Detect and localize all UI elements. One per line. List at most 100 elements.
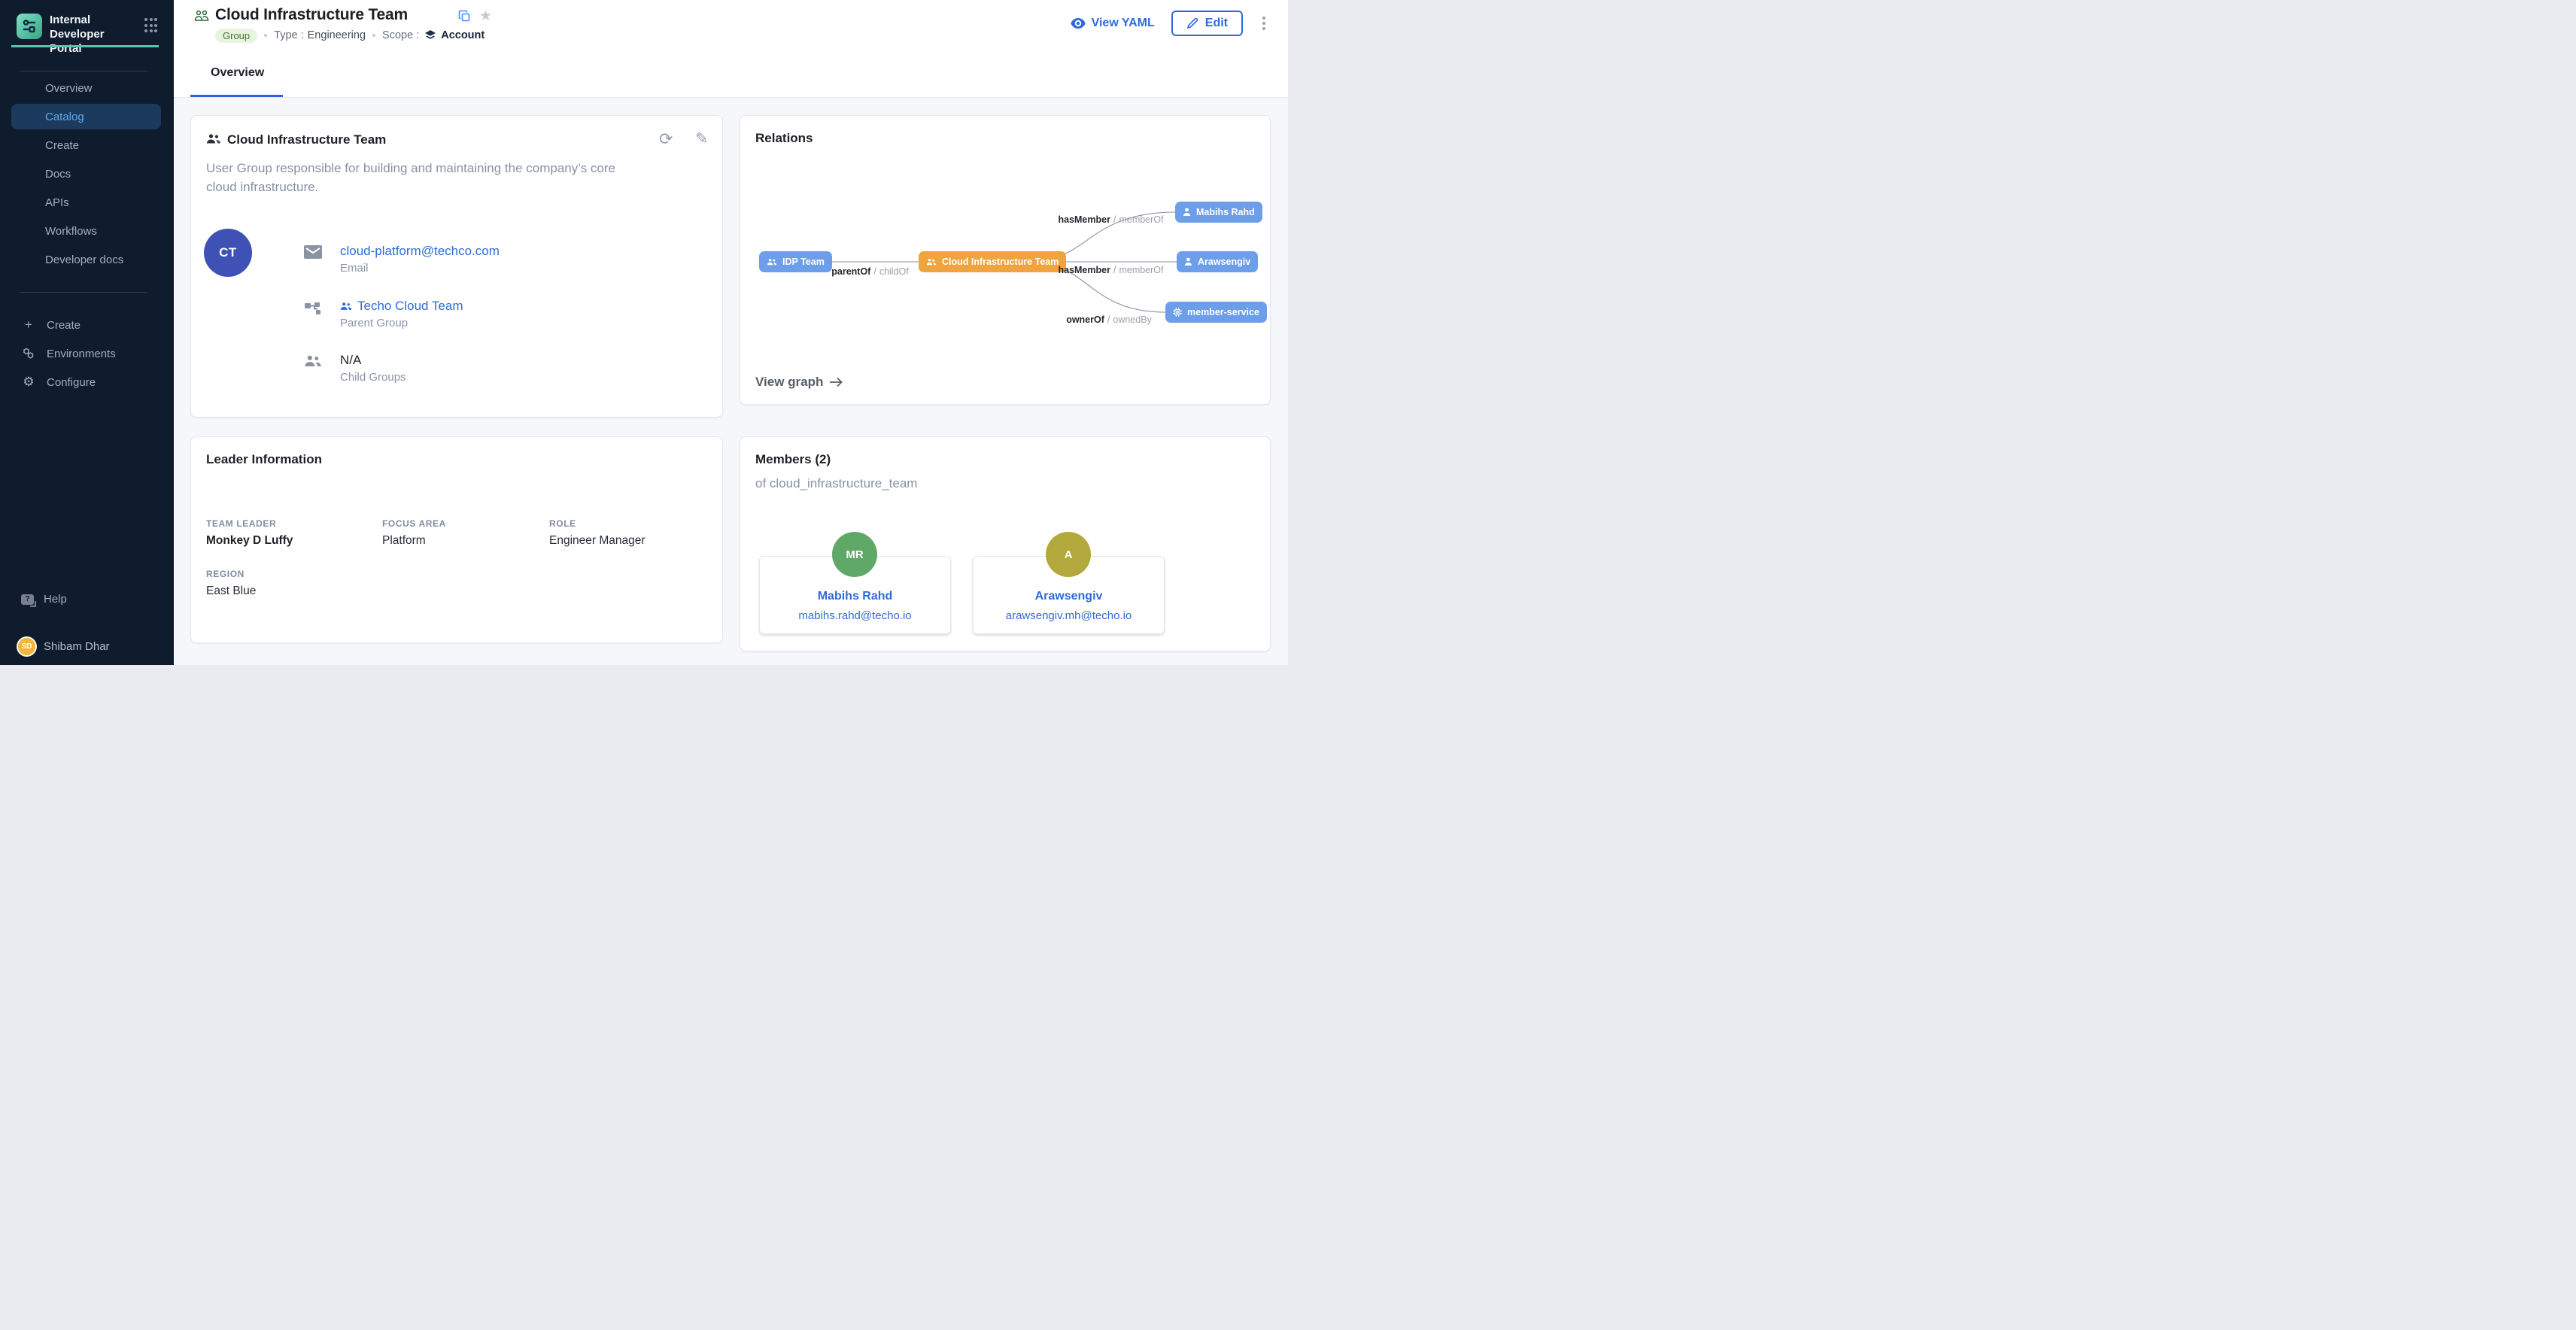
member-email-link[interactable]: arawsengiv.mh@techo.io	[974, 609, 1164, 622]
meta-separator-dot	[264, 34, 267, 37]
field-value-focus-area: Platform	[382, 534, 426, 548]
field-label-focus-area: FOCUS AREA	[382, 518, 446, 529]
header-actions: View YAML Edit	[1071, 11, 1268, 36]
help-icon: ?	[21, 594, 34, 605]
people-icon	[340, 302, 352, 311]
sidebar-item-apis[interactable]: APIs	[11, 190, 161, 215]
brand: Internal Developer Portal	[17, 14, 138, 56]
sidebar-action-environments[interactable]: Environments	[11, 339, 161, 368]
member-avatar: MR	[832, 532, 877, 577]
member-avatar: A	[1046, 532, 1091, 577]
sidebar-action-label: Environments	[47, 348, 116, 360]
sidebar-item-catalog[interactable]: Catalog	[11, 104, 161, 129]
sidebar-item-create[interactable]: Create	[11, 132, 161, 158]
refresh-icon[interactable]: ⟳	[659, 131, 673, 147]
edge-label-ownerof: ownerOf/ownedBy	[1060, 314, 1158, 325]
graph-node-member-service[interactable]: member-service	[1165, 302, 1267, 323]
members-card-subtitle: of cloud_infrastructure_team	[755, 476, 917, 491]
parent-group-row: Techo Cloud Team Parent Group	[304, 299, 463, 329]
graph-node-mabihs-rahd[interactable]: Mabihs Rahd	[1175, 202, 1262, 223]
tab-bar: Overview	[174, 51, 1288, 98]
sidebar-item-docs[interactable]: Docs	[11, 161, 161, 187]
app-grid-icon[interactable]	[144, 18, 159, 33]
people-icon	[206, 133, 221, 149]
leader-card-title: Leader Information	[206, 452, 322, 467]
kind-badge: Group	[215, 29, 257, 43]
sidebar-item-overview[interactable]: Overview	[11, 75, 161, 101]
sidebar-action-create[interactable]: + Create	[11, 311, 161, 339]
group-avatar: CT	[204, 229, 252, 277]
active-tab-underline	[190, 95, 283, 97]
gear-icon: ⚙	[21, 375, 36, 390]
edge-label-parentof: parentOf/childOf	[816, 266, 925, 277]
parent-group-label: Parent Group	[340, 317, 463, 329]
entity-meta: Group Type : Engineering Scope : Account	[215, 28, 485, 43]
email-row: cloud-platform@techco.com Email	[304, 244, 500, 275]
copy-icon[interactable]	[458, 10, 471, 26]
sidebar-action-label: Configure	[47, 376, 96, 389]
leader-info-card: Leader Information TEAM LEADER Monkey D …	[190, 436, 723, 643]
view-graph-label: View graph	[755, 375, 823, 390]
hexagons-icon	[21, 346, 36, 361]
sidebar-item-label: Overview	[45, 82, 93, 95]
help-button[interactable]: ? Help	[21, 593, 67, 606]
kebab-menu-icon[interactable]	[1259, 14, 1268, 33]
edit-pencil-icon[interactable]: ✎	[695, 131, 709, 147]
sidebar-action-configure[interactable]: ⚙ Configure	[11, 368, 161, 396]
parent-group-name: Techo Cloud Team	[357, 299, 463, 314]
help-label: Help	[44, 593, 67, 606]
graph-node-arawsengiv[interactable]: Arawsengiv	[1177, 251, 1258, 272]
edit-label: Edit	[1205, 17, 1228, 30]
page-title: Cloud Infrastructure Team	[215, 6, 408, 24]
member-name-link[interactable]: Mabihs Rahd	[760, 590, 950, 603]
graph-node-cloud-infrastructure-team[interactable]: Cloud Infrastructure Team	[919, 251, 1066, 272]
email-label: Email	[340, 262, 500, 275]
sidebar-item-label: Catalog	[45, 111, 84, 123]
edge-label-hasmember-top: hasMember/memberOf	[1056, 214, 1165, 225]
people-icon	[767, 258, 777, 266]
group-entity-icon	[193, 8, 210, 27]
layers-icon	[424, 29, 436, 41]
brand-accent-bar	[11, 45, 159, 47]
eye-icon	[1071, 18, 1086, 29]
people-icon	[304, 354, 324, 384]
person-icon	[1184, 257, 1192, 266]
favorite-star-icon[interactable]: ★	[479, 8, 492, 25]
person-icon	[1183, 208, 1191, 217]
main-area: Cloud Infrastructure Team ★ Group Type :…	[174, 0, 1288, 665]
sidebar-item-label: Developer docs	[45, 254, 123, 266]
type-key: Type :	[274, 29, 304, 41]
view-graph-link[interactable]: View graph	[755, 375, 843, 390]
org-tree-icon	[304, 300, 324, 329]
sidebar-nav: Overview Catalog Create Docs APIs Workfl…	[11, 75, 161, 275]
members-card: Members (2) of cloud_infrastructure_team…	[740, 436, 1271, 651]
tab-overview[interactable]: Overview	[211, 66, 264, 80]
sidebar-actions: + Create Environments ⚙ Configure	[11, 302, 161, 396]
sidebar-divider	[20, 292, 147, 293]
child-groups-value: N/A	[340, 353, 406, 368]
group-email-link[interactable]: cloud-platform@techco.com	[340, 244, 500, 259]
people-icon	[926, 258, 937, 266]
field-value-role: Engineer Manager	[549, 534, 646, 548]
parent-group-link[interactable]: Techo Cloud Team	[340, 299, 463, 314]
user-menu[interactable]: SD Shibam Dhar	[17, 636, 110, 657]
user-avatar: SD	[17, 636, 37, 657]
sidebar-item-developer-docs[interactable]: Developer docs	[11, 247, 161, 272]
member-email-link[interactable]: mabihs.rahd@techo.io	[760, 609, 950, 622]
member-name-link[interactable]: Arawsengiv	[974, 590, 1164, 603]
edit-button[interactable]: Edit	[1171, 11, 1243, 36]
view-yaml-button[interactable]: View YAML	[1071, 17, 1155, 30]
sidebar-action-label: Create	[47, 319, 80, 332]
view-yaml-label: View YAML	[1092, 17, 1155, 30]
sidebar-item-label: Docs	[45, 168, 71, 181]
plus-icon: +	[21, 317, 36, 332]
brand-title: Internal Developer Portal	[50, 14, 138, 56]
scope-value: Account	[441, 29, 485, 41]
sidebar-item-workflows[interactable]: Workflows	[11, 218, 161, 244]
about-card-title: Cloud Infrastructure Team	[227, 132, 386, 147]
field-value-team-leader: Monkey D Luffy	[206, 534, 293, 548]
page-content: Cloud Infrastructure Team ⟳ ✎ User Group…	[174, 98, 1288, 665]
edge-label-hasmember-mid: hasMember/memberOf	[1056, 265, 1165, 275]
sidebar-item-label: Workflows	[45, 225, 97, 238]
sidebar: Internal Developer Portal Overview Catal…	[0, 0, 174, 665]
